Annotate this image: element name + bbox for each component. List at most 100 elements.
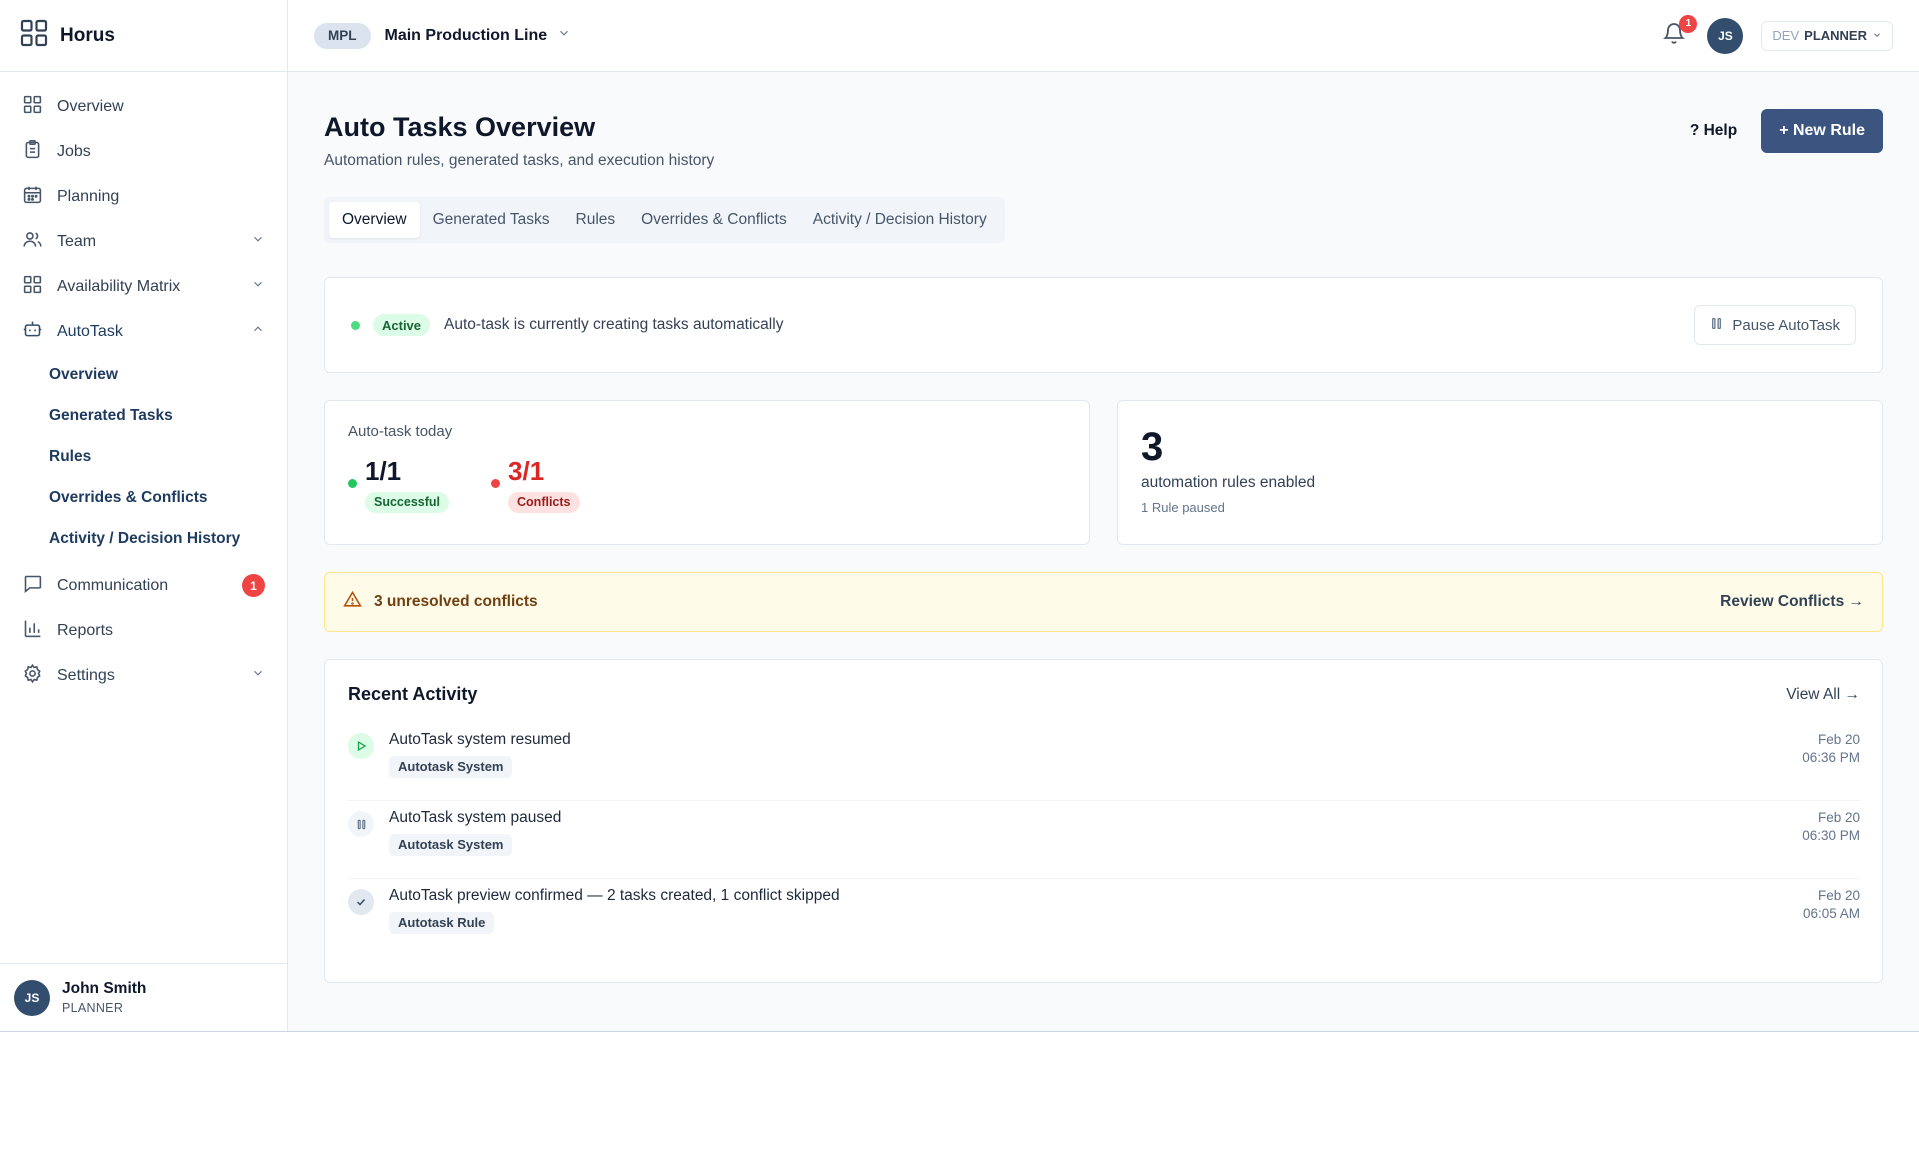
user-profile[interactable]: JS John Smith PLANNER (0, 963, 287, 1031)
activity-date: Feb 20 (1817, 810, 1860, 825)
activity-source-tag: Autotask System (389, 834, 513, 856)
activity-text: AutoTask system resumed (389, 731, 571, 748)
activity-text: AutoTask preview confirmed — 2 tasks cre… (389, 887, 840, 904)
sidebar-item-label: Overview (57, 97, 124, 115)
role-switcher[interactable]: DEV PLANNER (1761, 20, 1893, 51)
grid-icon (22, 94, 43, 120)
activity-source-tag: Autotask System (389, 756, 513, 778)
sidebar-item-team[interactable]: Team (0, 219, 287, 264)
alert-text: 3 unresolved conflicts (374, 593, 538, 610)
page-subtitle: Automation rules, generated tasks, and e… (324, 152, 715, 169)
chevron-down-icon (1872, 28, 1882, 43)
view-all-link[interactable]: View All → (1786, 686, 1860, 704)
sidebar-item-availability-matrix[interactable]: Availability Matrix (0, 264, 287, 309)
sidebar-item-reports[interactable]: Reports (0, 608, 287, 653)
user-name: John Smith (62, 980, 147, 997)
autotask-today-card: Auto-task today 1/1 Successful 3/1 Confl… (324, 400, 1090, 545)
sidebar-item-label: Planning (57, 187, 120, 205)
conflicts-value: 3/1 (508, 456, 545, 486)
sidebar-subitem-overrides-conflicts[interactable]: Overrides & Conflicts (0, 477, 287, 518)
activity-item[interactable]: AutoTask preview confirmed — 2 tasks cre… (348, 879, 1860, 957)
notification-count-badge: 1 (1679, 14, 1698, 33)
page-content: Auto Tasks Overview Automation rules, ge… (288, 109, 1919, 983)
grid-logo-icon (20, 19, 48, 52)
activity-list: AutoTask system resumed Autotask System … (348, 723, 1860, 957)
rules-paused-note: 1 Rule paused (1141, 500, 1225, 515)
activity-item[interactable]: AutoTask system resumed Autotask System … (348, 723, 1860, 801)
tab-overview[interactable]: Overview (329, 202, 420, 238)
sidebar: Horus Overview Jobs Planning Team Availa… (0, 0, 288, 1031)
activity-time: 06:05 AM (1802, 906, 1860, 921)
status-dot (351, 320, 360, 330)
clipboard-icon (22, 139, 43, 165)
success-dot (348, 479, 357, 488)
sidebar-item-label: Team (57, 232, 97, 250)
sidebar-item-label: Reports (57, 621, 114, 639)
review-conflicts-link[interactable]: Review Conflicts → (1720, 593, 1864, 611)
sidebar-item-jobs[interactable]: Jobs (0, 129, 287, 174)
chevron-down-icon (251, 666, 265, 685)
chevron-down-icon (251, 277, 265, 296)
rules-enabled-card: 3 automation rules enabled 1 Rule paused (1117, 400, 1883, 545)
avatar[interactable]: JS (1707, 17, 1744, 54)
sidebar-subitem-rules[interactable]: Rules (0, 436, 287, 477)
robot-icon (22, 319, 43, 345)
activity-item[interactable]: AutoTask system paused Autotask System F… (348, 801, 1860, 879)
activity-date: Feb 20 (1817, 732, 1860, 747)
page-title: Auto Tasks Overview (324, 112, 596, 142)
role-label: PLANNER (1804, 28, 1867, 43)
brand[interactable]: Horus (0, 0, 287, 72)
sidebar-item-label: Communication (57, 576, 169, 594)
chevron-down-icon[interactable] (557, 26, 571, 45)
bar-chart-icon (22, 618, 43, 644)
tab-activity-history[interactable]: Activity / Decision History (800, 202, 1000, 238)
conflict-dot (491, 479, 501, 488)
autotask-status-card: Active Auto-task is currently creating t… (324, 277, 1883, 373)
sidebar-subitem-generated-tasks[interactable]: Generated Tasks (0, 395, 287, 436)
tab-generated-tasks[interactable]: Generated Tasks (420, 202, 563, 238)
topbar: MPL Main Production Line 1 JS DEV PLANNE… (288, 0, 1919, 72)
users-icon (22, 229, 43, 255)
rules-count: 3 (1141, 425, 1164, 469)
sidebar-nav: Overview Jobs Planning Team Availability… (0, 72, 287, 698)
sidebar-item-communication[interactable]: Communication 1 (0, 563, 287, 608)
message-icon (22, 573, 43, 599)
sidebar-item-planning[interactable]: Planning (0, 174, 287, 219)
gear-icon (22, 663, 43, 689)
pause-icon (348, 811, 374, 837)
chevron-up-icon (251, 322, 265, 341)
help-button[interactable]: ? Help (1690, 122, 1737, 140)
successful-value: 1/1 (365, 456, 402, 486)
sidebar-item-overview[interactable]: Overview (0, 84, 287, 129)
tab-rules[interactable]: Rules (563, 202, 629, 238)
main-area: MPL Main Production Line 1 JS DEV PLANNE… (288, 0, 1919, 1031)
tab-overrides-conflicts[interactable]: Overrides & Conflicts (628, 202, 800, 238)
pause-autotask-button[interactable]: Pause AutoTask (1694, 305, 1856, 345)
sidebar-subitem-activity-history[interactable]: Activity / Decision History (0, 518, 287, 559)
stat-label: Auto-task today (348, 423, 453, 440)
pause-icon (1710, 317, 1723, 334)
check-icon (348, 889, 374, 915)
rules-label: automation rules enabled (1141, 474, 1316, 491)
notifications-button[interactable]: 1 (1659, 14, 1698, 51)
activity-date: Feb 20 (1817, 888, 1860, 903)
grid-icon (22, 274, 43, 300)
env-label: DEV (1772, 28, 1800, 43)
sidebar-item-label: Jobs (57, 142, 91, 160)
sidebar-subitem-overview[interactable]: Overview (0, 354, 287, 395)
line-selector[interactable]: Main Production Line (385, 27, 548, 45)
play-icon (348, 733, 374, 759)
successful-badge: Successful (365, 492, 450, 513)
sidebar-item-settings[interactable]: Settings (0, 653, 287, 698)
status-badge: Active (373, 314, 431, 336)
new-rule-button[interactable]: + New Rule (1761, 109, 1883, 153)
chevron-down-icon (251, 232, 265, 251)
unread-badge: 1 (242, 574, 265, 597)
sidebar-item-autotask[interactable]: AutoTask (0, 309, 287, 354)
brand-name: Horus (60, 24, 115, 46)
status-text: Auto-task is currently creating tasks au… (444, 316, 784, 333)
recent-activity-card: Recent Activity View All → AutoTask syst… (324, 659, 1883, 983)
section-title: Recent Activity (348, 684, 478, 704)
app-shell: Horus Overview Jobs Planning Team Availa… (0, 0, 1919, 1032)
warning-icon (343, 590, 362, 614)
